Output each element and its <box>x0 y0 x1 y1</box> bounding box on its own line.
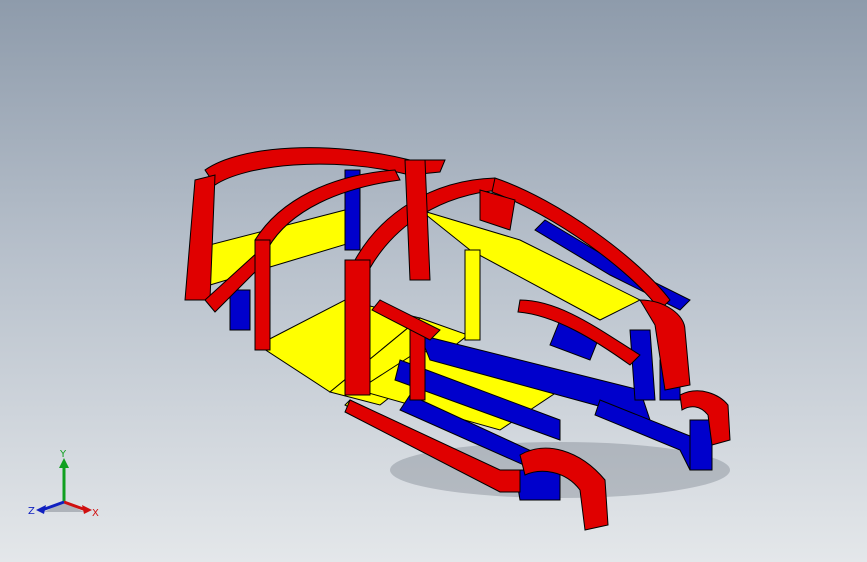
z-axis-label: Z <box>28 506 35 517</box>
y-axis-label: Y <box>59 449 67 460</box>
x-axis-arrow <box>82 505 92 514</box>
cad-viewport[interactable]: Y X Z <box>0 0 867 562</box>
orientation-triad[interactable]: Y X Z <box>24 448 104 528</box>
z-axis-arrow <box>36 505 46 514</box>
car-frame-model[interactable] <box>0 0 867 562</box>
x-axis-label: X <box>92 508 99 519</box>
